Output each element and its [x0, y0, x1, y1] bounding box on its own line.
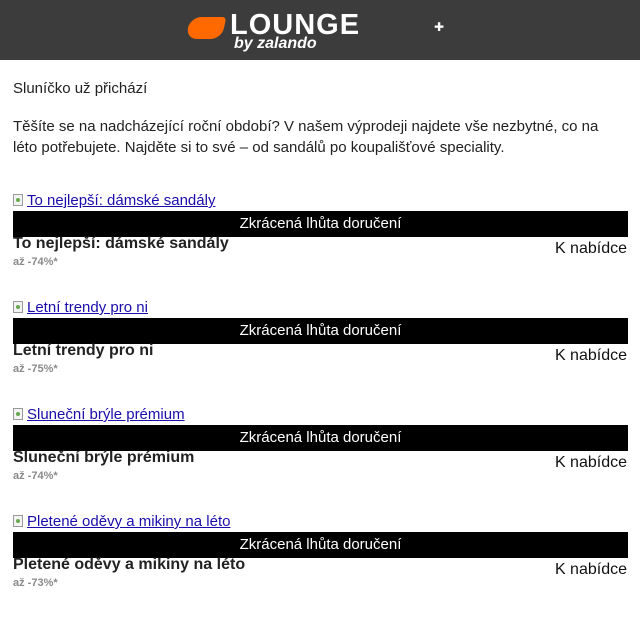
lounge-logo[interactable]: LOUNGE ✚ by zalando: [185, 11, 452, 52]
offer-card: To nejlepší: dámské sandály Zkrácená lhů…: [13, 192, 628, 299]
offer-cta-link[interactable]: K nabídce: [555, 347, 627, 365]
greeting-text: Sluníčko už přichází: [13, 80, 148, 97]
offer-title: Pletené oděvy a mikiny na léto: [13, 556, 246, 573]
swiss-cross-icon: ✚: [434, 20, 445, 34]
offer-title: To nejlepší: dámské sandály: [13, 235, 229, 252]
broken-image-icon: [13, 194, 23, 206]
delivery-banner: Zkrácená lhůta doručení: [13, 532, 628, 558]
offer-image-link[interactable]: Sluneční brýle prémium: [13, 406, 185, 424]
offer-discount: až -74%*: [13, 256, 58, 268]
email-header: LOUNGE ✚ by zalando: [0, 0, 640, 60]
offer-cta-link[interactable]: K nabídce: [555, 240, 627, 258]
offer-image-alt: Sluneční brýle prémium: [27, 406, 185, 423]
broken-image-icon: [13, 515, 23, 527]
offer-image-link[interactable]: Pletené oděvy a mikiny na léto: [13, 513, 230, 531]
offer-image-alt: Letní trendy pro ni: [27, 299, 148, 316]
broken-image-icon: [13, 301, 23, 313]
logo-subtitle: by zalando: [234, 35, 317, 52]
offer-title: Sluneční brýle prémium: [13, 449, 195, 466]
broken-image-icon: [13, 408, 23, 420]
offer-discount: až -75%*: [13, 363, 58, 375]
offer-card: Pletené oděvy a mikiny na léto Zkrácená …: [13, 513, 628, 620]
offer-card: Letní trendy pro ni Zkrácená lhůta doruč…: [13, 299, 628, 406]
logo-blob-icon: [185, 17, 227, 39]
offer-cta-link[interactable]: K nabídce: [555, 561, 627, 579]
intro-text: Těšíte se na nadcházející roční období? …: [13, 118, 599, 156]
delivery-banner: Zkrácená lhůta doručení: [13, 318, 628, 344]
delivery-banner: Zkrácená lhůta doručení: [13, 211, 628, 237]
offer-image-link[interactable]: Letní trendy pro ni: [13, 299, 148, 317]
offer-discount: až -73%*: [13, 577, 58, 589]
offer-image-alt: To nejlepší: dámské sandály: [27, 192, 216, 209]
offer-list: To nejlepší: dámské sandály Zkrácená lhů…: [13, 192, 628, 620]
email-body: Sluníčko už přichází Těšíte se na nadchá…: [0, 80, 640, 620]
offer-image-link[interactable]: To nejlepší: dámské sandály: [13, 192, 215, 210]
offer-title: Letní trendy pro ni: [13, 342, 154, 359]
offer-image-alt: Pletené oděvy a mikiny na léto: [27, 513, 231, 530]
offer-cta-link[interactable]: K nabídce: [555, 454, 627, 472]
delivery-banner: Zkrácená lhůta doručení: [13, 425, 628, 451]
offer-card: Sluneční brýle prémium Zkrácená lhůta do…: [13, 406, 628, 513]
offer-discount: až -74%*: [13, 470, 58, 482]
